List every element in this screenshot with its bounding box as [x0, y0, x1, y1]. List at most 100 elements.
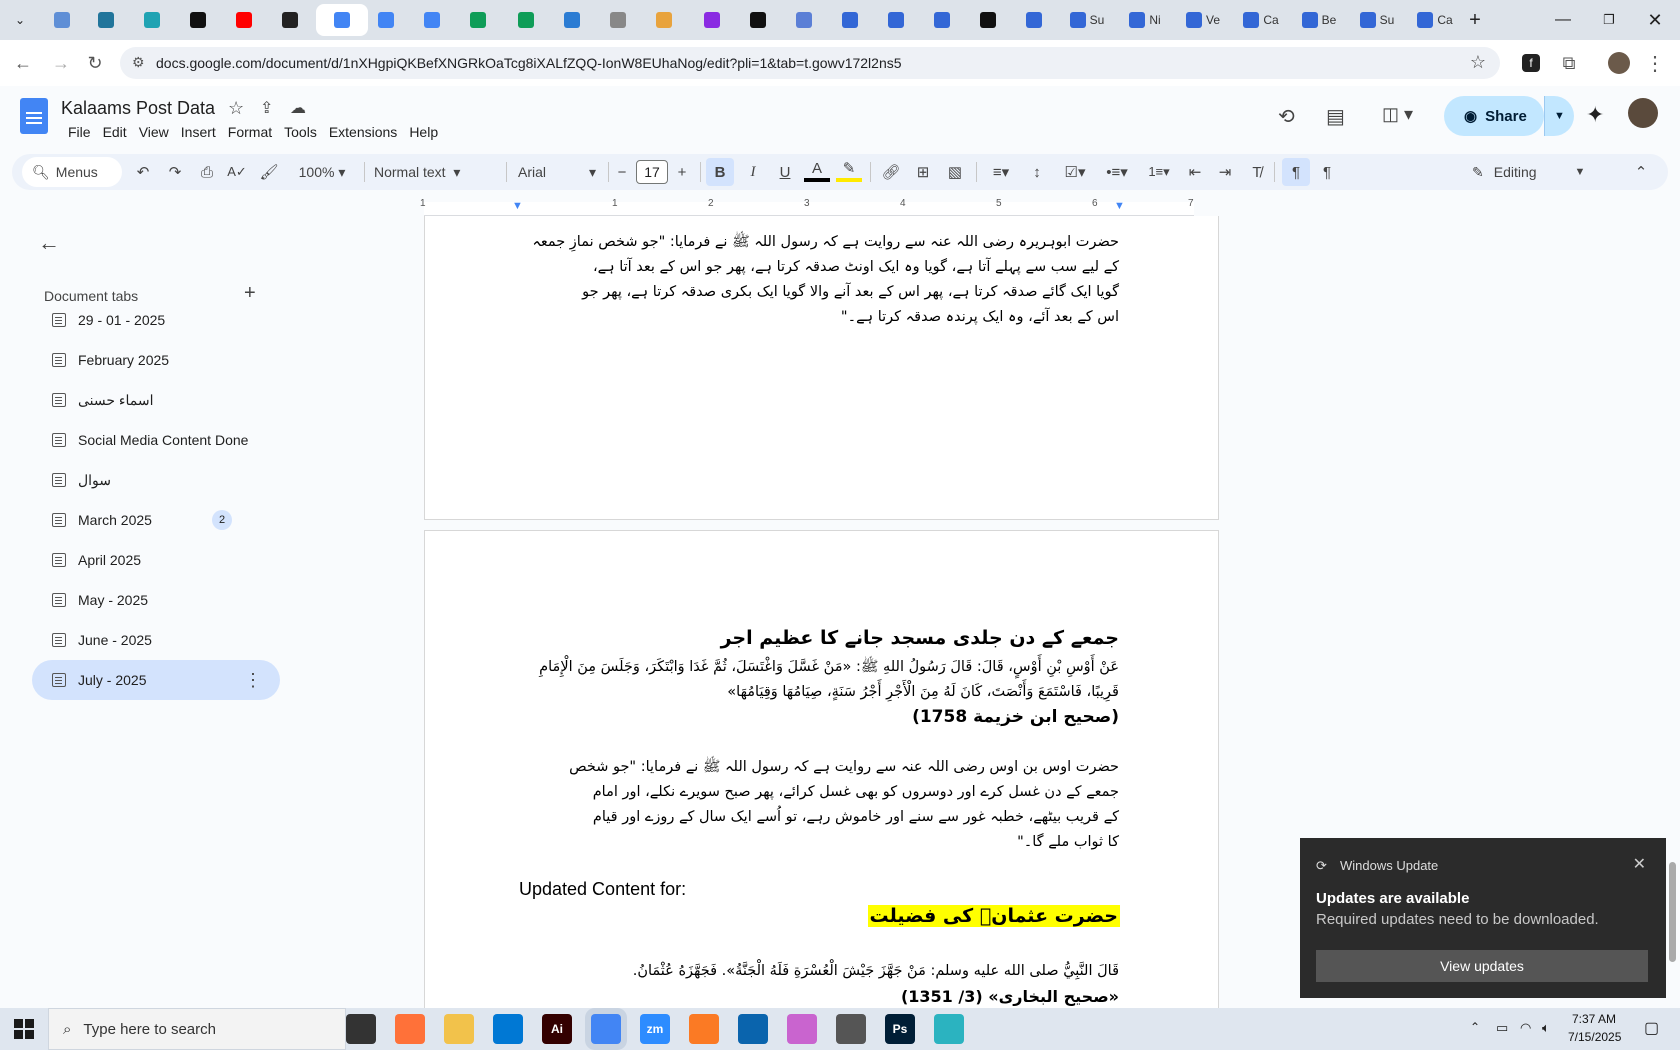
photoshop-icon[interactable]: Ps	[885, 1014, 915, 1044]
browser-tab[interactable]	[364, 4, 408, 36]
document-tab-item[interactable]: Social Media Content Done	[32, 420, 280, 460]
site-info-icon[interactable]: ⚙	[132, 54, 145, 71]
insert-link-icon[interactable]: 🔗︎	[878, 158, 904, 186]
highlight-color-icon[interactable]: ✎	[836, 158, 862, 182]
document-title[interactable]: Kalaams Post Data	[61, 98, 215, 119]
profile-avatar[interactable]	[1604, 48, 1634, 78]
google-docs-logo[interactable]	[20, 98, 48, 134]
menu-file[interactable]: File	[62, 124, 97, 140]
editing-mode-select[interactable]: ✎ Editing ▼	[1472, 158, 1612, 186]
extensions-puzzle-icon[interactable]: ⧉	[1554, 48, 1584, 78]
folder-icon[interactable]	[444, 1014, 474, 1044]
spellcheck-icon[interactable]: A✓	[224, 158, 250, 186]
browser-tab[interactable]	[130, 4, 174, 36]
document-tab-item[interactable]: 29 - 01 - 2025	[32, 300, 280, 340]
browser-tab[interactable]	[782, 4, 826, 36]
print-icon[interactable]: ⎙	[194, 158, 220, 186]
browser-tab[interactable]	[316, 4, 368, 36]
align-select[interactable]: ≡▾	[984, 158, 1018, 186]
tab-search-chevron-icon[interactable]: ⌄	[0, 0, 40, 40]
browser-tab[interactable]	[920, 4, 964, 36]
meet-icon[interactable]: ◫ ▾	[1382, 104, 1413, 125]
browser-tab[interactable]	[966, 4, 1010, 36]
menus-search[interactable]: 🔍︎ Menus	[22, 157, 122, 187]
network-icon[interactable]: ▭	[1496, 1020, 1508, 1036]
clock-time[interactable]: 7:37 AM	[1572, 1012, 1616, 1026]
clear-formatting-icon[interactable]: T̸	[1244, 158, 1270, 186]
browser-tab[interactable]: Ve	[1176, 4, 1230, 36]
cloud-status-icon[interactable]: ☁	[290, 98, 306, 118]
document-tab-item[interactable]: April 2025	[32, 540, 280, 580]
browser-tab[interactable]	[690, 4, 734, 36]
zoom-select[interactable]: 100% ▾	[292, 158, 352, 186]
notification-center-icon[interactable]: ▢	[1644, 1018, 1659, 1038]
xampp-icon[interactable]	[689, 1014, 719, 1044]
forward-button[interactable]: →	[46, 48, 76, 78]
browser-tab[interactable]: Su	[1350, 4, 1404, 36]
photos-icon[interactable]	[787, 1014, 817, 1044]
menu-extensions[interactable]: Extensions	[323, 124, 403, 140]
browser-tab[interactable]	[456, 4, 500, 36]
view-updates-button[interactable]: View updates	[1316, 950, 1648, 982]
insert-image-icon[interactable]: ▧	[942, 158, 968, 186]
url-text[interactable]: docs.google.com/document/d/1nXHgpiQKBefX…	[156, 55, 902, 71]
document-tab-item[interactable]: July - 2025 ⋮	[32, 660, 280, 700]
tray-chevron-icon[interactable]: ⌃	[1470, 1020, 1480, 1034]
left-indent-marker[interactable]: ▼	[512, 200, 523, 212]
reload-button[interactable]: ↻	[80, 48, 110, 78]
new-tab-button[interactable]: +	[1452, 0, 1498, 40]
vscode-icon[interactable]	[493, 1014, 523, 1044]
account-avatar[interactable]	[1628, 98, 1658, 128]
start-button[interactable]	[0, 1008, 48, 1050]
browser-tab[interactable]	[828, 4, 872, 36]
bold-button[interactable]: B	[706, 158, 734, 186]
document-tab-item[interactable]: June - 2025	[32, 620, 280, 660]
back-button[interactable]: ←	[8, 48, 38, 78]
browser-tab[interactable]	[1012, 4, 1056, 36]
document-tab-item[interactable]: May - 2025	[32, 580, 280, 620]
task-view-icon[interactable]	[346, 1014, 376, 1044]
rtl-paragraph-icon[interactable]: ¶	[1282, 158, 1310, 186]
paint-format-icon[interactable]: 🖌︎	[256, 158, 282, 186]
text-color-icon[interactable]: A	[804, 158, 830, 182]
version-history-icon[interactable]: ⟲	[1278, 104, 1295, 129]
gemini-sparkle-icon[interactable]: ✦	[1586, 102, 1604, 128]
tab-options-icon[interactable]: ⋮	[244, 670, 262, 691]
decrease-indent-icon[interactable]: ⇤	[1182, 158, 1208, 186]
browser-tab[interactable]: Ca	[1234, 4, 1288, 36]
chrome-icon[interactable]	[591, 1014, 621, 1044]
paragraph-style-select[interactable]: Normal text ▾	[374, 158, 482, 186]
browser-tab[interactable]: Ni	[1118, 4, 1172, 36]
app-icon[interactable]	[934, 1014, 964, 1044]
line-spacing-icon[interactable]: ↕	[1024, 158, 1050, 186]
scrollbar-thumb[interactable]	[1669, 862, 1676, 962]
browser-tab[interactable]	[268, 4, 312, 36]
document-page[interactable]: حضرت ابوہریرہ رضی اللہ عنہ سے روایت ہے ک…	[424, 216, 1219, 520]
bulleted-list-select[interactable]: •≡▾	[1098, 158, 1136, 186]
share-button[interactable]: ◉ Share	[1444, 96, 1544, 136]
extension-f-icon[interactable]: f	[1516, 48, 1546, 78]
document-scrollbar[interactable]	[1664, 216, 1680, 1008]
document-tab-item[interactable]: March 2025 2	[32, 500, 280, 540]
numbered-list-select[interactable]: 1≡▾	[1140, 158, 1178, 186]
menu-format[interactable]: Format	[222, 124, 278, 140]
add-comment-icon[interactable]: ⊞	[910, 158, 936, 186]
redo-icon[interactable]: ↷	[162, 158, 188, 186]
document-tab-item[interactable]: سوال	[32, 460, 280, 500]
share-dropdown-button[interactable]: ▼	[1544, 96, 1574, 136]
toast-close-icon[interactable]: ✕	[1633, 854, 1646, 874]
star-icon[interactable]: ☆	[228, 98, 244, 119]
firefox-icon[interactable]	[395, 1014, 425, 1044]
move-icon[interactable]: ⇪	[260, 98, 273, 118]
comments-icon[interactable]: ▤	[1326, 104, 1345, 129]
menu-edit[interactable]: Edit	[97, 124, 133, 140]
undo-icon[interactable]: ↶	[130, 158, 156, 186]
clock-date[interactable]: 7/15/2025	[1568, 1030, 1621, 1044]
hide-menus-chevron-icon[interactable]: ⌃	[1628, 158, 1654, 186]
close-sidebar-arrow-icon[interactable]: ←	[38, 230, 60, 256]
menu-view[interactable]: View	[133, 124, 175, 140]
outlook-icon[interactable]	[738, 1014, 768, 1044]
menu-insert[interactable]: Insert	[175, 124, 222, 140]
browser-tab[interactable]	[84, 4, 128, 36]
increase-font-size-button[interactable]: +	[672, 158, 692, 186]
